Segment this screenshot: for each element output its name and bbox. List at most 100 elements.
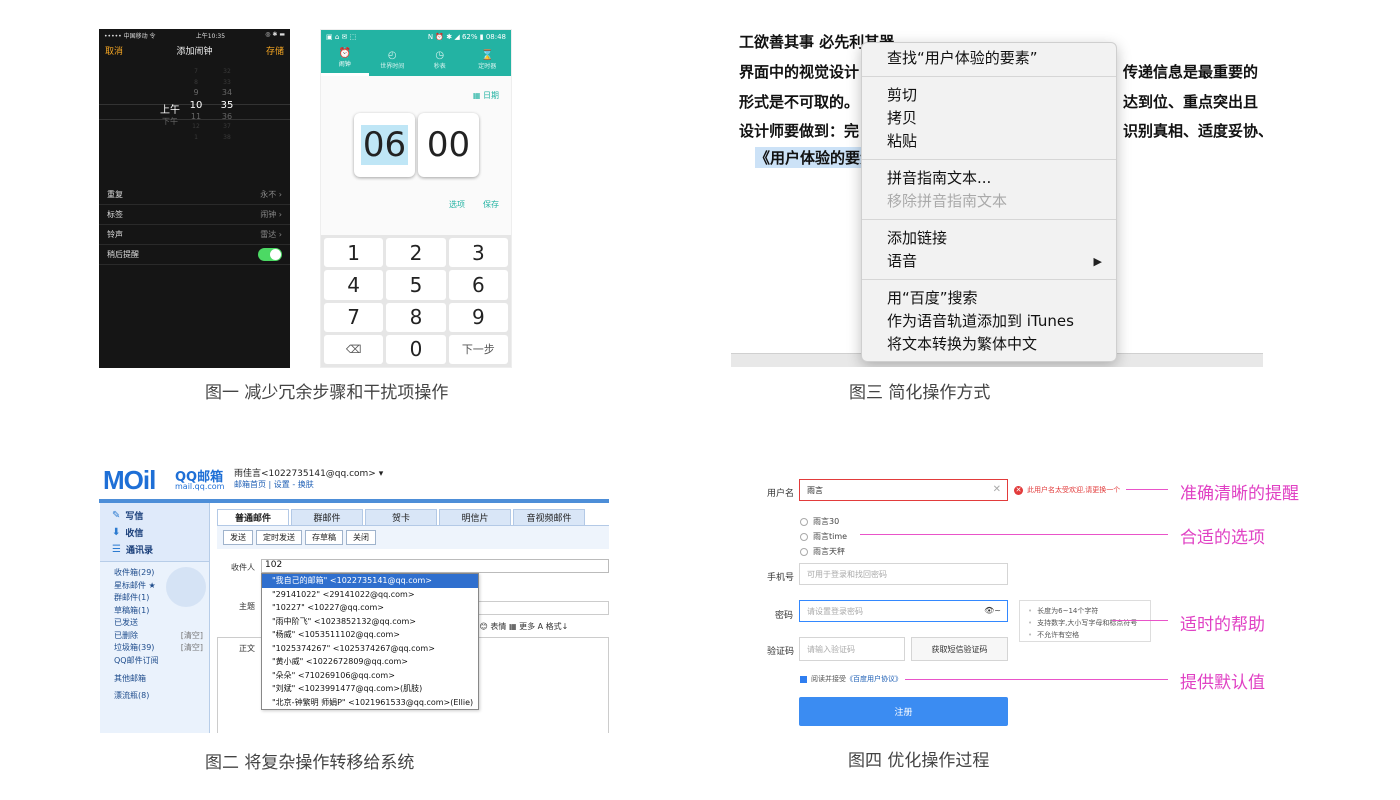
clear-icon[interactable]: ✕ (993, 484, 1001, 495)
suggestion-item[interactable]: "10227" <10227@qq.com> (262, 601, 478, 615)
backspace-icon[interactable]: ⌫ (324, 334, 384, 364)
suggestion-item[interactable]: "刘斌" <1023991477@qq.com>(肌肢) (262, 682, 478, 696)
tab-video-mail[interactable]: 音视频邮件 (513, 509, 585, 525)
agreement-checkbox-row[interactable]: 阅读并接受 《百度用户协议》 (800, 674, 902, 684)
tab-stopwatch[interactable]: ◷ 秒表 (416, 43, 464, 76)
empty-link[interactable]: [清空] (181, 642, 203, 655)
sidebar-item-deleted[interactable]: 已删除 [清空] (100, 630, 209, 643)
register-button[interactable]: 注册 (799, 697, 1008, 726)
menu-item-add-link[interactable]: 添加链接 (862, 227, 1116, 250)
hour-option[interactable]: 1 (194, 133, 198, 144)
sidebar-item-drafts[interactable]: 草稿箱(1) (100, 605, 209, 618)
close-button[interactable]: 关闭 (346, 530, 376, 545)
hour-selected[interactable]: 10 (190, 99, 203, 112)
hour-option[interactable]: 11 (191, 112, 201, 123)
tab-alarm[interactable]: ⏰ 闹钟 (321, 43, 369, 76)
tab-normal-mail[interactable]: 普通邮件 (217, 509, 289, 525)
hour-tile[interactable]: 06 (354, 113, 415, 177)
sound-row[interactable]: 铃声 雷达 › (99, 225, 290, 245)
key-1[interactable]: 1 (324, 238, 384, 268)
sidebar-item-drift-bottle[interactable]: 漂流瓶(8) (100, 690, 209, 703)
minute-selected[interactable]: 35 (221, 99, 234, 112)
minute-option[interactable]: 36 (222, 112, 232, 123)
account-menu[interactable]: 雨佳言<1022735141@qq.com> ▾ (234, 466, 383, 479)
key-2[interactable]: 2 (386, 238, 446, 268)
tab-timer[interactable]: ⌛ 定时器 (464, 43, 512, 76)
ampm-pm[interactable]: 下午 (162, 117, 178, 128)
minute-column[interactable]: 32 33 34 35 36 37 38 (217, 67, 237, 143)
tab-world-clock[interactable]: ◴ 世界时间 (369, 43, 417, 76)
username-suggestion-radio[interactable]: 雨言天秤 (800, 546, 845, 557)
key-6[interactable]: 6 (448, 270, 508, 300)
get-sms-code-button[interactable]: 获取短信验证码 (911, 637, 1008, 661)
key-8[interactable]: 8 (386, 302, 446, 332)
recipient-input[interactable]: 102 (261, 559, 609, 573)
hour-column[interactable]: 7 8 9 10 11 12 1 (187, 67, 205, 143)
suggestion-item[interactable]: "北京-钟繁明 师娟P" <1021961533@qq.com>(Ellie) (262, 696, 478, 710)
minute-option[interactable]: 38 (223, 133, 231, 144)
compose-button[interactable]: ✎ 写信 (100, 507, 209, 524)
suggestion-item[interactable]: "雨中阶飞" <1023852132@qq.com> (262, 615, 478, 629)
label-row[interactable]: 标签 闹钟 › (99, 205, 290, 225)
ampm-column[interactable]: 上午 下午 (155, 104, 185, 128)
suggestion-item[interactable]: "黄小威" <1022672809@qq.com> (262, 655, 478, 669)
key-7[interactable]: 7 (324, 302, 384, 332)
menu-item-speech[interactable]: 语音 ▶ (862, 250, 1116, 273)
hour-option[interactable]: 8 (194, 78, 198, 89)
sidebar-item-sent[interactable]: 已发送 (100, 617, 209, 630)
username-suggestion-radio[interactable]: 雨言30 (800, 516, 839, 527)
suggestion-item[interactable]: "杨威" <1053511102@qq.com> (262, 628, 478, 642)
selected-text[interactable]: 《用户体验的要素 (755, 147, 867, 168)
menu-item-add-to-itunes[interactable]: 作为语音轨道添加到 iTunes (862, 310, 1116, 333)
suggestion-item[interactable]: "朵朵" <710269106@qq.com> (262, 669, 478, 683)
key-5[interactable]: 5 (386, 270, 446, 300)
send-button[interactable]: 发送 (223, 530, 253, 545)
suggestion-item[interactable]: "我自己的邮箱" <1022735141@qq.com> (262, 574, 478, 588)
menu-item-cut[interactable]: 剪切 (862, 84, 1116, 107)
menu-item-lookup[interactable]: 查找“用户体验的要素” (862, 47, 1116, 70)
captcha-input[interactable]: 请输入验证码 (799, 637, 905, 661)
time-picker[interactable]: 上午 下午 7 8 9 10 11 12 1 32 33 34 35 36 37… (99, 66, 290, 166)
minute-option[interactable]: 37 (223, 122, 231, 133)
username-suggestion-radio[interactable]: 雨言time (800, 531, 847, 542)
menu-item-phonetic-guide[interactable]: 拼音指南文本... (862, 167, 1116, 190)
key-3[interactable]: 3 (448, 238, 508, 268)
phone-input[interactable]: 可用于登录和找回密码 (799, 563, 1008, 585)
hour-option[interactable]: 9 (193, 88, 198, 99)
format-toolbar[interactable]: 蓉 😊 表情 ▦ 更多 A 格式↓ (469, 621, 568, 632)
tab-group-mail[interactable]: 群邮件 (291, 509, 363, 525)
menu-item-paste[interactable]: 粘贴 (862, 130, 1116, 153)
menu-item-convert-traditional[interactable]: 将文本转换为繁体中文 (862, 333, 1116, 356)
tab-postcard[interactable]: 明信片 (439, 509, 511, 525)
menu-item-baidu-search[interactable]: 用“百度”搜索 (862, 287, 1116, 310)
save-button[interactable]: 保存 (483, 199, 499, 210)
account-links[interactable]: 邮箱首页 | 设置 - 换肤 (234, 479, 314, 490)
hour-option[interactable]: 7 (194, 67, 198, 78)
tab-card[interactable]: 贺卡 (365, 509, 437, 525)
checkbox-checked-icon[interactable] (800, 675, 807, 683)
receive-button[interactable]: ⬇ 收信 (100, 524, 209, 541)
date-button[interactable]: ▦ 日期 (473, 90, 499, 101)
sidebar-item-other-mailbox[interactable]: 其他邮箱 (100, 673, 209, 686)
ampm-am[interactable]: 上午 (160, 104, 180, 117)
password-input[interactable]: 请设置登录密码 👁~ (799, 600, 1008, 622)
next-step-button[interactable]: 下一步 (448, 334, 508, 364)
repeat-row[interactable]: 重复 永不 › (99, 185, 290, 205)
save-draft-button[interactable]: 存草稿 (305, 530, 343, 545)
scheduled-send-button[interactable]: 定时发送 (256, 530, 302, 545)
show-password-icon[interactable]: 👁~ (984, 606, 1001, 615)
key-4[interactable]: 4 (324, 270, 384, 300)
suggestion-item[interactable]: "29141022" <29141022@qq.com> (262, 588, 478, 602)
key-9[interactable]: 9 (448, 302, 508, 332)
minute-option[interactable]: 34 (222, 88, 232, 99)
options-button[interactable]: 选项 (449, 199, 465, 210)
username-input[interactable]: 雨言 ✕ (799, 479, 1008, 501)
minute-tile[interactable]: 00 (418, 113, 479, 177)
minute-option[interactable]: 33 (223, 78, 231, 89)
minute-option[interactable]: 32 (223, 67, 231, 78)
agreement-link[interactable]: 《百度用户协议》 (846, 674, 902, 684)
hour-option[interactable]: 12 (192, 122, 200, 133)
sidebar-item-subscriptions[interactable]: QQ邮件订阅 (100, 655, 209, 668)
key-0[interactable]: 0 (386, 334, 446, 364)
empty-link[interactable]: [清空] (181, 630, 203, 643)
